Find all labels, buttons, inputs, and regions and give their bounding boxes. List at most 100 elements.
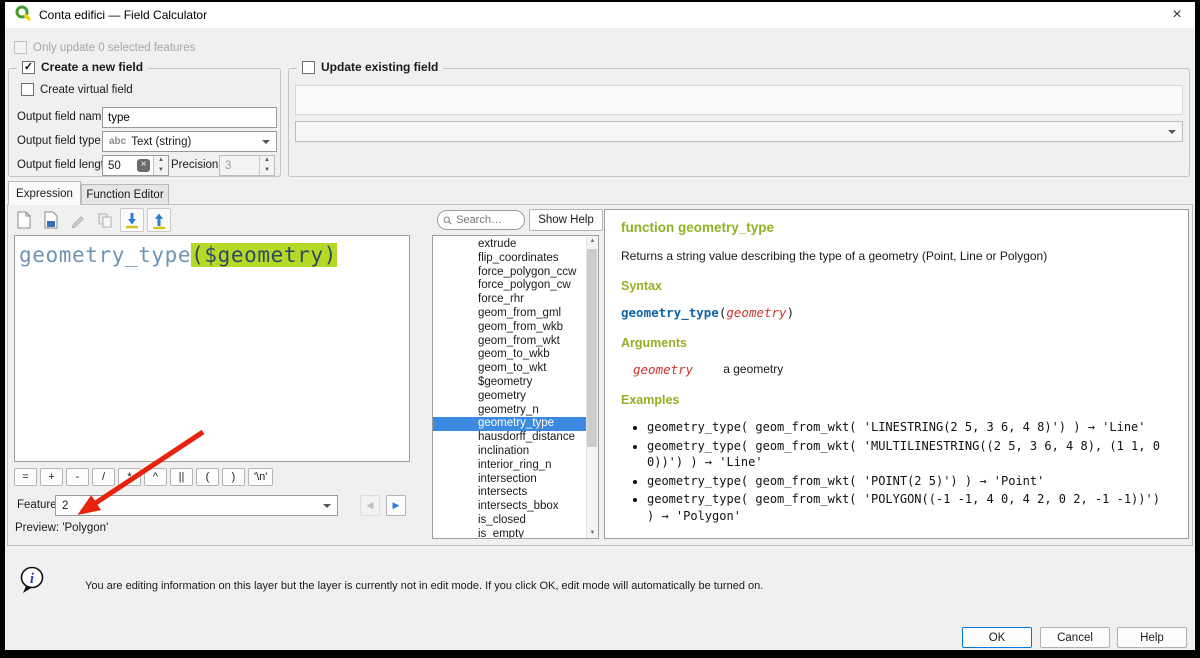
function-list-item[interactable]: interior_ring_n bbox=[433, 459, 598, 473]
precision-label: Precision bbox=[171, 159, 218, 171]
function-search[interactable] bbox=[437, 210, 525, 230]
spin-up-icon[interactable]: ▲ bbox=[154, 156, 168, 166]
operator-equal-button[interactable]: = bbox=[14, 468, 37, 486]
function-list-item[interactable]: intersects_bbox bbox=[433, 500, 598, 514]
operator-concat-button[interactable]: || bbox=[170, 468, 193, 486]
ok-button[interactable]: OK bbox=[962, 627, 1032, 648]
function-list-item[interactable]: is_empty bbox=[433, 528, 598, 539]
tab-function-editor[interactable]: Function Editor bbox=[81, 184, 169, 205]
precision-stepper[interactable]: 3 ▲ ▼ bbox=[219, 155, 275, 176]
operator-minus-button[interactable]: - bbox=[66, 468, 89, 486]
output-field-name-input[interactable] bbox=[102, 107, 277, 128]
function-list-item[interactable]: intersection bbox=[433, 473, 598, 487]
function-list-item[interactable]: geom_to_wkb bbox=[433, 348, 598, 362]
edit-mode-notice: You are editing information on this laye… bbox=[85, 580, 805, 592]
function-list-item[interactable]: geom_from_gml bbox=[433, 307, 598, 321]
cancel-button[interactable]: Cancel bbox=[1040, 627, 1110, 648]
function-list-item[interactable]: hausdorff_distance bbox=[433, 431, 598, 445]
import-expression-button[interactable] bbox=[120, 208, 144, 232]
update-existing-field-checkbox[interactable]: Update existing field bbox=[297, 60, 443, 74]
feature-select[interactable]: 2 bbox=[55, 495, 338, 516]
spin-down-icon[interactable]: ▼ bbox=[154, 166, 168, 176]
output-field-name-value[interactable] bbox=[103, 112, 276, 124]
spin-down-icon[interactable]: ▼ bbox=[260, 166, 274, 176]
syntax-function-name: geometry_type bbox=[621, 305, 719, 320]
expression-editor[interactable]: geometry_type($geometry) bbox=[14, 235, 410, 462]
operator-plus-button[interactable]: + bbox=[40, 468, 63, 486]
expression-argument-token: ($geometry) bbox=[191, 243, 337, 267]
checkbox-box[interactable] bbox=[21, 83, 34, 96]
function-list-item[interactable]: force_rhr bbox=[433, 293, 598, 307]
function-help-panel[interactable]: function geometry_type Returns a string … bbox=[604, 209, 1189, 539]
function-list-item[interactable]: geometry_n bbox=[433, 404, 598, 418]
function-list-item[interactable]: intersects bbox=[433, 486, 598, 500]
clear-value-icon[interactable]: × bbox=[137, 159, 150, 172]
copy-icon bbox=[97, 212, 113, 228]
preview-value: 'Polygon' bbox=[62, 522, 108, 534]
checkbox-box[interactable]: ✓ bbox=[22, 61, 35, 74]
only-update-selected-checkbox[interactable]: Only update 0 selected features bbox=[14, 41, 195, 54]
import-down-arrow-icon bbox=[123, 211, 141, 229]
field-calculator-dialog: Conta edifici — Field Calculator × Only … bbox=[5, 2, 1195, 650]
argument-row: geometry a geometry bbox=[621, 362, 1172, 377]
function-list-item[interactable]: is_closed bbox=[433, 514, 598, 528]
export-expression-button[interactable] bbox=[147, 208, 171, 232]
function-list-item[interactable]: geometry bbox=[433, 390, 598, 404]
copy-expression-button[interactable] bbox=[93, 208, 117, 232]
new-expression-button[interactable] bbox=[12, 208, 36, 232]
tab-expression[interactable]: Expression bbox=[8, 181, 81, 205]
operator-open-paren-button[interactable]: ( bbox=[196, 468, 219, 486]
output-field-length-stepper[interactable]: 50 × ▲ ▼ bbox=[102, 155, 169, 176]
operator-newline-button[interactable]: '\n' bbox=[248, 468, 273, 486]
syntax-argument: geometry bbox=[726, 305, 786, 320]
output-field-name-label: Output field name bbox=[17, 111, 108, 123]
show-help-button[interactable]: Show Help bbox=[529, 209, 603, 231]
function-list-item[interactable]: $geometry bbox=[433, 376, 598, 390]
examples-heading: Examples bbox=[621, 393, 1172, 407]
existing-field-select[interactable] bbox=[295, 121, 1183, 142]
edit-expression-button[interactable] bbox=[66, 208, 90, 232]
syntax-heading: Syntax bbox=[621, 279, 1172, 293]
create-virtual-field-checkbox[interactable]: Create virtual field bbox=[21, 83, 133, 96]
function-list-item[interactable]: force_polygon_cw bbox=[433, 279, 598, 293]
spinner-arrows[interactable]: ▲ ▼ bbox=[153, 156, 168, 175]
operator-multiply-button[interactable]: * bbox=[118, 468, 141, 486]
function-list-item[interactable]: geom_from_wkt bbox=[433, 335, 598, 349]
spin-up-icon[interactable]: ▲ bbox=[260, 156, 274, 166]
function-list-item[interactable]: geometry_type bbox=[433, 417, 598, 431]
search-input[interactable] bbox=[456, 214, 519, 226]
function-list-item[interactable]: geom_from_wkb bbox=[433, 321, 598, 335]
examples-list: geometry_type( geom_from_wkt( 'LINESTRIN… bbox=[647, 419, 1172, 524]
spinner-arrows[interactable]: ▲ ▼ bbox=[259, 156, 274, 175]
create-virtual-field-label: Create virtual field bbox=[40, 84, 133, 96]
output-field-type-select[interactable]: abc Text (string) bbox=[102, 131, 277, 152]
search-icon bbox=[443, 215, 452, 226]
checkbox-box[interactable] bbox=[302, 61, 315, 74]
help-title: function geometry_type bbox=[621, 220, 1172, 235]
previous-feature-button[interactable]: ◀ bbox=[360, 495, 380, 516]
save-expression-button[interactable] bbox=[39, 208, 63, 232]
function-list[interactable]: extrude flip_coordinates force_polygon_c… bbox=[432, 235, 599, 539]
check-icon: ✓ bbox=[24, 62, 33, 73]
operator-close-paren-button[interactable]: ) bbox=[222, 468, 245, 486]
scroll-down-icon[interactable]: ▼ bbox=[590, 530, 596, 536]
output-field-type-value: Text (string) bbox=[131, 136, 191, 148]
help-button[interactable]: Help bbox=[1117, 627, 1187, 648]
function-list-item[interactable]: force_polygon_ccw bbox=[433, 266, 598, 280]
close-icon[interactable]: × bbox=[1159, 2, 1195, 28]
help-description: Returns a string value describing the ty… bbox=[621, 249, 1172, 263]
function-list-item[interactable]: extrude bbox=[433, 238, 598, 252]
function-list-item[interactable]: flip_coordinates bbox=[433, 252, 598, 266]
scroll-up-icon[interactable]: ▲ bbox=[590, 238, 596, 244]
checkbox-box[interactable] bbox=[14, 41, 27, 54]
function-list-item[interactable]: inclination bbox=[433, 445, 598, 459]
operator-power-button[interactable]: ^ bbox=[144, 468, 167, 486]
operator-divide-button[interactable]: / bbox=[92, 468, 115, 486]
next-feature-button[interactable]: ▶ bbox=[386, 495, 406, 516]
create-new-field-checkbox[interactable]: ✓ Create a new field bbox=[17, 60, 148, 74]
scrollbar-thumb[interactable] bbox=[587, 249, 597, 447]
create-new-field-group: ✓ Create a new field Create virtual fiel… bbox=[8, 68, 281, 177]
example-item: geometry_type( geom_from_wkt( 'POINT(2 5… bbox=[647, 473, 1172, 490]
function-list-item[interactable]: geom_to_wkt bbox=[433, 362, 598, 376]
argument-description: a geometry bbox=[723, 362, 783, 377]
